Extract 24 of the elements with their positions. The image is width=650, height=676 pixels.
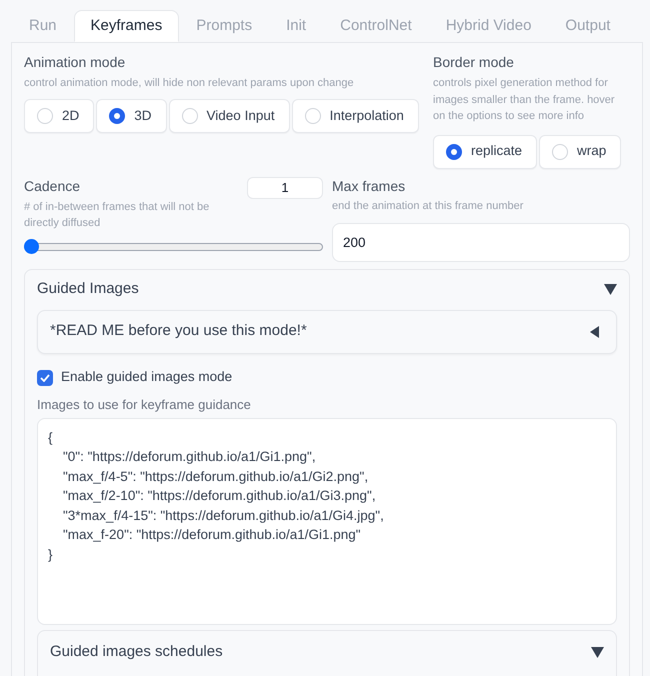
field-description: end the animation at this frame number <box>332 198 524 214</box>
readme-accordion[interactable]: *READ ME before you use this mode!* <box>37 310 617 354</box>
accordion-header[interactable]: Guided Images <box>37 280 617 300</box>
field-description: # of in-between frames that will not be directly diffused <box>24 200 210 230</box>
radio-option[interactable]: Video Input <box>168 99 290 133</box>
field-label: Border mode <box>433 53 514 72</box>
radio-option[interactable]: 2D <box>24 99 94 133</box>
radio-option[interactable]: wrap <box>539 134 622 168</box>
radio-option[interactable]: replicate <box>433 134 538 168</box>
number-field[interactable]: 1 <box>247 176 323 198</box>
accordion-header[interactable]: Guided images schedules <box>50 642 604 662</box>
tab[interactable]: Keyframes <box>74 10 180 42</box>
field-description: controls pixel generation method for images smaller than the frame. hover on the options to see more info <box>433 76 616 124</box>
text-area[interactable]: { "0": "https://deforum.github.io/a1/Gi1.png", "max_f/4-5": "https://deforum.github.io/a1/Gi2.png", "max_f/2-10": "https://deforum.github.io/a1/Gi3.png", "3*max_f/4-15": "https://deforum.github.io/a1/Gi4.jpg", "max_f-20": "https://deforum.github.io/a1/Gi1.png" } <box>37 418 617 624</box>
field-label: Images to use for keyframe guidance <box>37 396 251 412</box>
number-field[interactable]: 200 <box>332 222 630 262</box>
radio-option[interactable]: 3D <box>96 99 167 133</box>
radio-option[interactable]: Interpolation <box>292 99 419 133</box>
field-label: Max frames <box>332 176 406 196</box>
checkbox-option[interactable]: Enable guided images mode <box>37 370 232 386</box>
field-description: control animation mode, will hide non relevant params upon change <box>24 76 354 91</box>
field-label: Cadence <box>24 176 80 196</box>
slider-thumb[interactable] <box>24 238 39 254</box>
field-label: Animation mode <box>24 53 126 72</box>
